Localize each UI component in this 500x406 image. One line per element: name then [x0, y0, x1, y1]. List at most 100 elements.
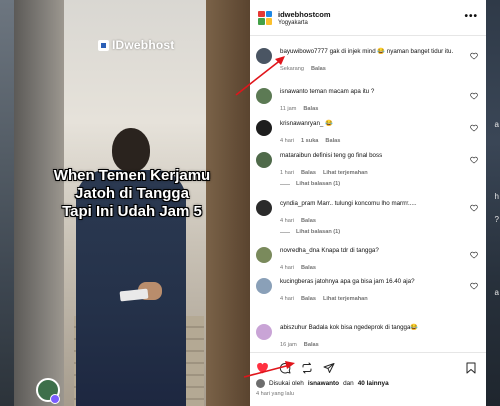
- comment-content: gak di injek mind 😂 nyaman banget tidur …: [329, 48, 454, 55]
- comment-username[interactable]: bayuwibowo7777: [280, 48, 328, 55]
- post-location[interactable]: Yogyakarta: [278, 20, 331, 26]
- view-replies-button[interactable]: Lihat balasan (1): [280, 181, 340, 187]
- like-comment-icon[interactable]: [470, 204, 478, 212]
- likes-summary: Disukai oleh isnawanto dan 40 lainnya: [256, 379, 389, 388]
- blurred-backdrop-right: a h ? a: [486, 0, 500, 406]
- share-icon[interactable]: [323, 362, 335, 374]
- post-side-panel: idwebhostcom Yogyakarta ••• bayuwibowo77…: [250, 0, 486, 406]
- replies-divider: [280, 183, 290, 185]
- view-replies-label: Lihat balasan (1): [296, 181, 341, 187]
- video-watermark-text: IDwebhost: [112, 38, 175, 52]
- repost-icon[interactable]: [301, 362, 313, 374]
- comment-content: 😂: [325, 120, 333, 127]
- comment-meta: Sekarang Balas: [280, 66, 470, 72]
- comment-text: cyndia_pram Marr.. tulungi koncomu lho m…: [280, 200, 470, 209]
- comment-meta: 11 jam Balas: [280, 106, 470, 112]
- backdrop-text: a: [494, 288, 499, 297]
- comment-body: cyndia_pram Marr.. tulungi koncomu lho m…: [280, 200, 470, 224]
- like-comment-icon[interactable]: [470, 52, 478, 60]
- like-comment-icon[interactable]: [470, 156, 478, 164]
- blurred-backdrop-left: [0, 0, 14, 406]
- caption-line: Tapi Ini Udah Jam 5: [62, 203, 202, 220]
- comment-time: 16 jam: [280, 341, 297, 348]
- video-caption: When Temen Kerjamu Jatoh di Tangga Tapi …: [14, 167, 250, 221]
- commenter-avatar[interactable]: [256, 120, 272, 136]
- like-comment-icon[interactable]: [470, 282, 478, 290]
- replies-divider: [280, 231, 290, 233]
- comment-text: abiszuhur Badala kok bisa ngedeprok di t…: [280, 324, 470, 333]
- commenter-avatar[interactable]: [256, 152, 272, 168]
- comment-username[interactable]: kucingberas: [280, 278, 313, 285]
- comment-meta: 4 hari 1 suka Balas: [280, 138, 470, 144]
- comment-text: mataraibun definisi teng go final boss: [280, 152, 470, 161]
- reply-button[interactable]: Balas: [304, 342, 319, 348]
- comment-time: 4 hari: [280, 264, 294, 271]
- comment-time: 4 hari: [280, 295, 294, 302]
- action-buttons: [256, 362, 335, 374]
- comment-time: Sekarang: [280, 65, 304, 72]
- comment-body: isnawanto teman macam apa itu ? 11 jam B…: [280, 88, 470, 112]
- comment-time: 11 jam: [280, 105, 297, 112]
- liker-avatar[interactable]: [256, 379, 265, 388]
- post-actions: Disukai oleh isnawanto dan 40 lainnya 4 …: [250, 352, 486, 406]
- like-comment-icon[interactable]: [470, 92, 478, 100]
- commenter-avatar[interactable]: [256, 278, 272, 294]
- comment-like-count[interactable]: 1 suka: [301, 138, 318, 144]
- comment-username[interactable]: isnawanto: [280, 88, 308, 95]
- comment-username[interactable]: mataraibun: [280, 152, 311, 159]
- comment-content: Badala kok bisa ngedeprok di tangga😂: [308, 324, 419, 331]
- like-post-icon[interactable]: [256, 362, 269, 374]
- comment-text: novredha_dna Knapa tdr di tangga?: [280, 247, 470, 256]
- comment-username[interactable]: novredha_dna: [280, 247, 320, 254]
- commenter-avatar[interactable]: [256, 200, 272, 216]
- see-translation-button[interactable]: Lihat terjemahan: [323, 296, 368, 302]
- logo-square: [258, 10, 265, 17]
- comment-meta: 16 jam Balas: [280, 342, 470, 348]
- comment-body: bayuwibowo7777 gak di injek mind 😂 nyama…: [280, 48, 470, 72]
- account-avatar[interactable]: [258, 10, 272, 25]
- post-timestamp: 4 hari yang lalu: [256, 391, 294, 397]
- account-name[interactable]: idwebhostcom: [278, 10, 331, 19]
- reply-button[interactable]: Balas: [301, 218, 316, 224]
- account-info: idwebhostcom Yogyakarta: [278, 10, 331, 26]
- reply-button[interactable]: Balas: [311, 66, 326, 72]
- logo-square: [265, 10, 272, 17]
- reply-button[interactable]: Balas: [301, 265, 316, 271]
- comments-list[interactable]: bayuwibowo7777 gak di injek mind 😂 nyama…: [250, 40, 486, 348]
- screen: a h ? a IDwebhost When Temen Kerjamu Jat…: [0, 0, 500, 406]
- comment-icon[interactable]: [279, 362, 291, 374]
- see-translation-button[interactable]: Lihat terjemahan: [323, 170, 368, 176]
- backdrop-text: h: [494, 192, 499, 201]
- view-replies-label: Lihat balasan (1): [296, 229, 341, 235]
- commenter-avatar[interactable]: [256, 88, 272, 104]
- comment-meta: 4 hari Balas: [280, 218, 470, 224]
- comment-text: bayuwibowo7777 gak di injek mind 😂 nyama…: [280, 48, 470, 57]
- profile-badge-icon: [50, 394, 60, 404]
- video-person-head: [112, 128, 150, 172]
- commenter-avatar[interactable]: [256, 48, 272, 64]
- save-bookmark-icon[interactable]: [466, 362, 476, 374]
- commenter-avatar[interactable]: [256, 324, 272, 340]
- caption-line: When Temen Kerjamu: [53, 167, 211, 184]
- likes-count[interactable]: 40 lainnya: [358, 380, 389, 387]
- liker-username[interactable]: isnawanto: [308, 380, 339, 387]
- likes-connector: dan: [343, 380, 354, 387]
- reply-button[interactable]: Balas: [303, 106, 318, 112]
- comment-username[interactable]: cyndia_pram: [280, 200, 315, 207]
- comment-content: Marr.. tulungi koncomu lho marrrr.....: [317, 200, 417, 207]
- commenter-avatar[interactable]: [256, 247, 272, 263]
- like-comment-icon[interactable]: [470, 124, 478, 132]
- backdrop-text: a: [494, 120, 499, 129]
- like-comment-icon[interactable]: [470, 251, 478, 259]
- view-replies-button[interactable]: Lihat balasan (1): [280, 229, 340, 235]
- reply-button[interactable]: Balas: [301, 296, 316, 302]
- comment-username[interactable]: krisnawanryan_: [280, 120, 323, 127]
- comment-body: krisnawanryan_ 😂 4 hari 1 suka Balas: [280, 120, 470, 144]
- reply-button[interactable]: Balas: [301, 170, 316, 176]
- more-options-icon[interactable]: •••: [464, 11, 478, 22]
- comment-username[interactable]: abiszuhur: [280, 324, 307, 331]
- reply-button[interactable]: Balas: [325, 138, 340, 144]
- reel-video[interactable]: IDwebhost When Temen Kerjamu Jatoh di Ta…: [14, 0, 250, 406]
- logo-square: [265, 18, 272, 25]
- comment-text: kucingberas jatohnya apa ga bisa jam 16.…: [280, 278, 470, 287]
